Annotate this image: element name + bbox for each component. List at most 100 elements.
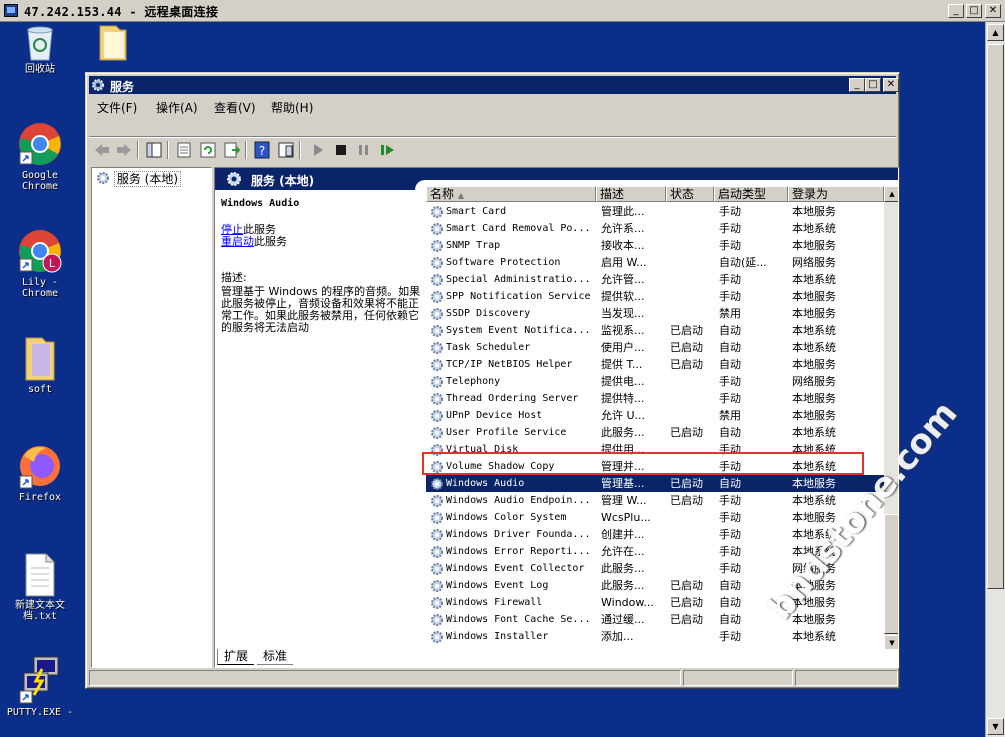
selection-highlight-box bbox=[422, 452, 864, 475]
list-vertical-scrollbar[interactable]: ▲ ▼ bbox=[884, 186, 898, 651]
properties-icon[interactable] bbox=[175, 141, 193, 159]
service-gear-icon bbox=[431, 512, 443, 524]
window-minimize-button[interactable]: _ bbox=[849, 78, 865, 92]
service-name: Telephony bbox=[446, 376, 501, 387]
svg-text:L: L bbox=[49, 257, 56, 270]
desktop-icon-putty[interactable]: PUTTY.EXE - bbox=[5, 655, 75, 718]
rdp-scroll-up-arrow[interactable]: ▲ bbox=[987, 24, 1004, 41]
desktop-icon-soft[interactable]: soft bbox=[5, 334, 75, 395]
column-header-name[interactable]: 名称 ▲ bbox=[426, 186, 596, 202]
rdp-maximize-button[interactable]: □ bbox=[966, 4, 982, 18]
service-row[interactable]: SPP Notification Service 提供软... 手动 本地服务 bbox=[426, 288, 884, 305]
tab-standard[interactable]: 标准 bbox=[257, 649, 294, 665]
column-header-startup-type[interactable]: 启动类型 bbox=[714, 186, 788, 202]
recycle-bin-icon bbox=[27, 26, 53, 61]
rdp-scroll-thumb[interactable] bbox=[987, 44, 1004, 589]
pause-service-icon[interactable] bbox=[355, 141, 373, 159]
service-row[interactable]: Task Scheduler 使用户... 已启动 自动 本地系统 bbox=[426, 339, 884, 356]
export-list-icon[interactable] bbox=[223, 141, 241, 159]
window-maximize-button[interactable]: □ bbox=[865, 78, 881, 92]
service-startup-type: 自动 bbox=[719, 426, 741, 439]
service-gear-icon bbox=[431, 257, 443, 269]
rdp-scroll-down-arrow[interactable]: ▼ bbox=[987, 718, 1004, 735]
service-row[interactable]: Special Administratio... 允许管... 手动 本地系统 bbox=[426, 271, 884, 288]
rdp-close-button[interactable]: ✕ bbox=[985, 4, 1001, 18]
service-row[interactable]: SSDP Discovery 当发现... 禁用 本地服务 bbox=[426, 305, 884, 322]
service-row[interactable]: Windows Installer 添加... 手动 本地系统 bbox=[426, 628, 884, 645]
services-gear-icon bbox=[92, 79, 104, 91]
service-row[interactable]: UPnP Device Host 允许 U... 禁用 本地服务 bbox=[426, 407, 884, 424]
service-row[interactable]: SNMP Trap 接收本... 手动 本地服务 bbox=[426, 237, 884, 254]
menu-action[interactable]: 操作(A) bbox=[156, 99, 198, 116]
service-gear-icon bbox=[431, 495, 443, 507]
service-gear-icon bbox=[431, 597, 443, 609]
tree-node-services-local[interactable]: 服务 (本地) bbox=[96, 170, 182, 187]
menu-file[interactable]: 文件(F) bbox=[97, 99, 137, 116]
service-row[interactable]: Software Protection 启用 W... 自动(延... 网络服务 bbox=[426, 254, 884, 271]
desktop-icon-lily-chrome[interactable]: L Lily - Chrome bbox=[5, 229, 75, 299]
service-name: Windows Firewall bbox=[446, 597, 543, 608]
scroll-up-arrow[interactable]: ▲ bbox=[884, 186, 898, 202]
list-scroll-thumb[interactable] bbox=[884, 514, 898, 634]
service-startup-type: 手动 bbox=[719, 392, 741, 405]
column-header-logon-as[interactable]: 登录为 bbox=[788, 186, 884, 202]
service-startup-type: 手动 bbox=[719, 511, 741, 524]
service-gear-icon bbox=[431, 291, 443, 303]
service-gear-icon bbox=[431, 580, 443, 592]
service-logon-as: 本地服务 bbox=[792, 409, 836, 422]
service-logon-as: 本地服务 bbox=[792, 205, 836, 218]
tab-extended[interactable]: 扩展 bbox=[217, 649, 255, 665]
service-state: 已启动 bbox=[670, 613, 703, 626]
service-row[interactable]: Smart Card 管理此... 手动 本地服务 bbox=[426, 203, 884, 220]
menu-help[interactable]: 帮助(H) bbox=[271, 99, 313, 116]
service-logon-as: 本地服务 bbox=[792, 392, 836, 405]
restart-service-link[interactable]: 重启动 bbox=[221, 235, 254, 248]
help-icon[interactable]: ? bbox=[253, 141, 271, 159]
folder-icon bbox=[99, 25, 127, 61]
window-close-button[interactable]: ✕ bbox=[883, 78, 899, 92]
service-row[interactable]: Windows Font Cache Se... 通过缓... 已启动 自动 本地服务 bbox=[426, 611, 884, 628]
service-startup-type: 手动 bbox=[719, 222, 741, 235]
service-row[interactable]: TCP/IP NetBIOS Helper 提供 T... 已启动 自动 本地服务 bbox=[426, 356, 884, 373]
column-header-description[interactable]: 描述 bbox=[596, 186, 666, 202]
column-header-state[interactable]: 状态 bbox=[666, 186, 714, 202]
service-description: 使用户... bbox=[601, 341, 645, 354]
description-label: 描述: bbox=[221, 271, 247, 284]
menu-view[interactable]: 查看(V) bbox=[214, 99, 256, 116]
service-description: 允许管... bbox=[601, 273, 645, 286]
desktop-icon-folder[interactable] bbox=[78, 22, 148, 62]
show-console-tree-icon[interactable] bbox=[145, 141, 163, 159]
folder-icon bbox=[25, 337, 55, 381]
refresh-icon[interactable] bbox=[199, 141, 217, 159]
service-row[interactable]: System Event Notifica... 监视系... 已启动 自动 本地系统 bbox=[426, 322, 884, 339]
service-row[interactable]: Windows Audio Endpoin... 管理 W... 已启动 手动 本地系统 bbox=[426, 492, 884, 509]
service-row[interactable]: Thread Ordering Server 提供特... 手动 本地服务 bbox=[426, 390, 884, 407]
rdp-minimize-button[interactable]: _ bbox=[948, 4, 964, 18]
service-description: 允许 U... bbox=[601, 409, 646, 422]
start-service-icon[interactable] bbox=[309, 141, 327, 159]
service-state: 已启动 bbox=[670, 426, 703, 439]
desktop-icon-firefox[interactable]: Firefox bbox=[5, 442, 75, 503]
rdp-vertical-scrollbar[interactable]: ▲ ▼ bbox=[985, 22, 1005, 737]
service-row[interactable]: Windows Audio 管理基... 已启动 自动 本地服务 bbox=[426, 475, 884, 492]
back-arrow-icon[interactable] bbox=[93, 141, 111, 159]
service-row[interactable]: Smart Card Removal Po... 允许系... 手动 本地系统 bbox=[426, 220, 884, 237]
stop-service-icon[interactable] bbox=[332, 141, 350, 159]
service-state: 已启动 bbox=[670, 358, 703, 371]
service-row[interactable]: Telephony 提供电... 手动 网络服务 bbox=[426, 373, 884, 390]
desktop-icon-recycle-bin[interactable]: 回收站 bbox=[5, 24, 75, 75]
service-startup-type: 禁用 bbox=[719, 307, 741, 320]
service-startup-type: 禁用 bbox=[719, 409, 741, 422]
restart-service-icon[interactable] bbox=[378, 141, 396, 159]
service-row[interactable]: User Profile Service 此服务... 已启动 自动 本地系统 bbox=[426, 424, 884, 441]
toolbar-separator bbox=[299, 141, 301, 159]
forward-arrow-icon[interactable] bbox=[115, 141, 133, 159]
desktop-icon-google-chrome[interactable]: Google Chrome bbox=[5, 122, 75, 192]
show-action-pane-icon[interactable] bbox=[277, 141, 295, 159]
service-gear-icon bbox=[431, 342, 443, 354]
service-startup-type: 手动 bbox=[719, 494, 741, 507]
service-row[interactable]: Windows Color System WcsPlu... 手动 本地服务 bbox=[426, 509, 884, 526]
desktop-icon-text-file[interactable]: 新建文本文档.txt bbox=[5, 552, 75, 622]
text-file-icon bbox=[25, 553, 55, 597]
chrome-profile-icon: L bbox=[19, 230, 62, 273]
